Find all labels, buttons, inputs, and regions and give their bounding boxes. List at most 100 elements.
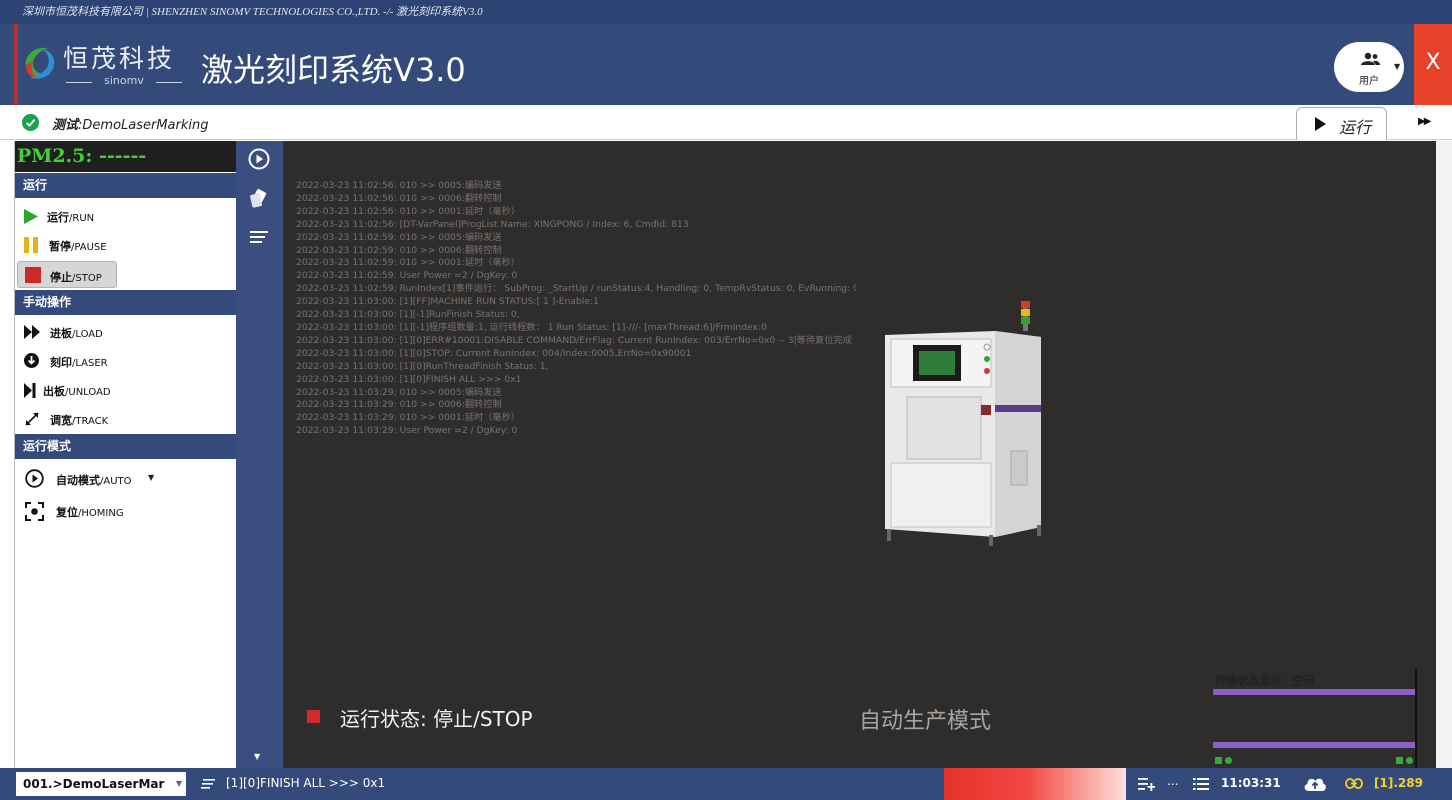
company-logo-subtext: sinomv	[62, 74, 186, 87]
log-line: 2022-03-23 11:02:56: [DT-VarPanel]ProgLi…	[296, 218, 689, 230]
log-line: 2022-03-23 11:02:59: 010 >> 0001:延时（毫秒）	[296, 257, 520, 269]
log-line: 2022-03-23 11:03:29: 010 >> 0006:翻转控制	[296, 399, 502, 411]
cards-icon[interactable]	[244, 185, 274, 211]
transfer-status-panel: 传输状态显示：空闲	[1213, 669, 1417, 768]
stop-icon	[25, 267, 41, 283]
stop-label-cn: 停止	[50, 271, 72, 284]
header-accent	[14, 24, 18, 105]
pause-button[interactable]: 暂停/PAUSE	[15, 231, 115, 259]
arrow-down-circle-icon	[24, 353, 39, 368]
user-button[interactable]: 用户 ▼	[1334, 42, 1404, 92]
production-mode-text: 自动生产模式	[859, 709, 992, 734]
play-circle-icon	[25, 469, 44, 488]
log-output: 2022-03-23 11:02:56: 010 >> 0005:编码发送 202…	[296, 180, 856, 438]
pause-label-en: /PAUSE	[71, 242, 107, 253]
chevron-down-icon: ▼	[1394, 62, 1401, 71]
track-label-cn: 调宽	[50, 414, 72, 427]
play-circle-icon[interactable]	[244, 146, 274, 172]
main-work-area: 2022-03-23 11:02:56: 010 >> 0005:编码发送 202…	[283, 141, 1436, 768]
chevron-down-icon[interactable]: ▼	[254, 752, 260, 761]
log-line: 2022-03-23 11:02:59: 010 >> 0005:编码发送	[296, 231, 502, 243]
double-chevron-right-icon[interactable]: ▶▶	[1418, 116, 1431, 127]
target-icon	[25, 502, 44, 521]
control-panel: PM2.5: ------ 运行 运行/RUN 暂停/PAUSE 停止/STOP…	[14, 141, 237, 768]
sensor-dot	[1406, 757, 1413, 764]
users-icon	[1361, 52, 1380, 65]
log-line: 2022-03-23 11:03:29: User Power =2 / DgK…	[296, 425, 518, 437]
log-line: 2022-03-23 11:03:29: 010 >> 0005:编码发送	[296, 386, 502, 398]
company-logo-text: 恒茂科技	[63, 44, 176, 73]
close-button[interactable]: X	[1414, 24, 1452, 105]
test-prefix: 测试	[52, 118, 79, 133]
play-icon	[1315, 117, 1326, 131]
pause-label-cn: 暂停	[49, 240, 71, 253]
log-line: 2022-03-23 11:02:59: User Power =2 / DgK…	[296, 270, 518, 282]
log-line: 2022-03-23 11:03:00: [1][0]STOP: Current…	[296, 347, 692, 359]
unload-label-en: /UNLOAD	[65, 387, 111, 398]
stop-label-en: /STOP	[72, 273, 102, 284]
auto-label-en: /AUTO	[100, 476, 132, 487]
run-status-text: 运行状态: 停止/STOP	[340, 707, 533, 731]
recipe-value: 001.>DemoLaserMar	[23, 777, 165, 791]
test-program-name: :DemoLaserMarking	[78, 118, 209, 133]
stop-button[interactable]: 停止/STOP	[17, 261, 117, 288]
unload-label-cn: 出板	[43, 385, 65, 398]
track-label-en: /TRACK	[72, 416, 109, 427]
homing-button[interactable]: 复位/HOMING	[15, 497, 165, 525]
bottom-status-bar: 001.>DemoLaserMar ▼ [1][0]FINISH ALL >>>…	[0, 768, 1452, 800]
more-tools[interactable]: ...	[1167, 774, 1178, 788]
section-mode: 运行模式	[15, 434, 237, 459]
log-line: 2022-03-23 11:03:00: [1][-1]RunFinish St…	[296, 309, 520, 321]
homing-label-cn: 复位	[56, 506, 78, 519]
log-line: 2022-03-23 11:03:00: [1][FF]MACHINE RUN …	[296, 296, 599, 308]
user-label: 用户	[1359, 76, 1379, 87]
chevron-down-icon: ▼	[175, 779, 182, 788]
log-line: 2022-03-23 11:03:00: [1][-1]程序组数量:1, 运行线…	[296, 321, 767, 333]
log-line: 2022-03-23 11:02:59: 010 >> 0006:翻转控制	[296, 244, 502, 256]
log-line: 2022-03-23 11:03:29: 010 >> 0001:延时（毫秒）	[296, 412, 520, 424]
play-icon	[24, 209, 38, 224]
link-icon[interactable]	[1345, 778, 1363, 789]
auto-mode-dropdown[interactable]: 自动模式/AUTO ▼	[15, 465, 165, 493]
transfer-track-lower	[1213, 742, 1415, 748]
laser-button[interactable]: 刻印/LASER	[15, 347, 135, 375]
check-circle-icon	[22, 114, 39, 131]
view-switch-strip: ▼	[236, 141, 283, 768]
alarm-indicator	[944, 768, 1126, 800]
list-add-icon[interactable]	[1138, 777, 1155, 791]
section-manual: 手动操作	[15, 290, 237, 315]
pm25-display: PM2.5: ------	[15, 141, 237, 172]
track-button[interactable]: 调宽/TRACK	[15, 405, 135, 433]
list-icon[interactable]	[244, 224, 274, 250]
cloud-upload-icon[interactable]	[1303, 774, 1327, 793]
message-lines-icon	[201, 779, 215, 789]
expand-icon	[25, 412, 39, 426]
fast-forward-icon	[24, 325, 40, 339]
section-run: 运行	[15, 173, 237, 198]
load-label-en: /LOAD	[72, 329, 103, 340]
app-title: 激光刻印系统V3.0	[201, 51, 466, 89]
sensor-led	[1396, 757, 1403, 764]
window-titlebar: 深圳市恒茂科技有限公司 | SHENZHEN SINOMV TECHNOLOGI…	[0, 0, 1452, 24]
log-line: 2022-03-23 11:03:00: [1][0]RunThreadFini…	[296, 360, 549, 372]
tab-run[interactable]: 运行	[1296, 107, 1387, 140]
status-indicator	[307, 710, 320, 723]
chevron-down-icon: ▼	[148, 473, 155, 482]
log-line: 2022-03-23 11:02:56: 010 >> 0005:编码发送	[296, 180, 502, 191]
log-line: 2022-03-23 11:02:56: 010 >> 0001:延时（毫秒）	[296, 205, 520, 217]
sensor-led	[1215, 757, 1222, 764]
last-message: [1][0]FINISH ALL >>> 0x1	[226, 776, 386, 790]
load-button[interactable]: 进板/LOAD	[15, 318, 135, 346]
tab-run-label: 运行	[1339, 118, 1372, 137]
status-subbar: 测试:DemoLaserMarking 运行 ▶▶	[0, 105, 1452, 140]
pause-icon	[24, 237, 38, 253]
unload-button[interactable]: 出板/UNLOAD	[15, 376, 135, 404]
run-label-cn: 运行	[47, 211, 69, 224]
clock-time: 11:03:31	[1221, 776, 1281, 790]
right-scrollbar[interactable]	[1436, 141, 1452, 768]
recipe-select[interactable]: 001.>DemoLaserMar ▼	[16, 772, 186, 796]
laser-label-cn: 刻印	[50, 356, 72, 369]
run-label-en: /RUN	[69, 213, 95, 224]
run-button[interactable]: 运行/RUN	[15, 202, 115, 230]
list-icon[interactable]	[1193, 777, 1209, 791]
